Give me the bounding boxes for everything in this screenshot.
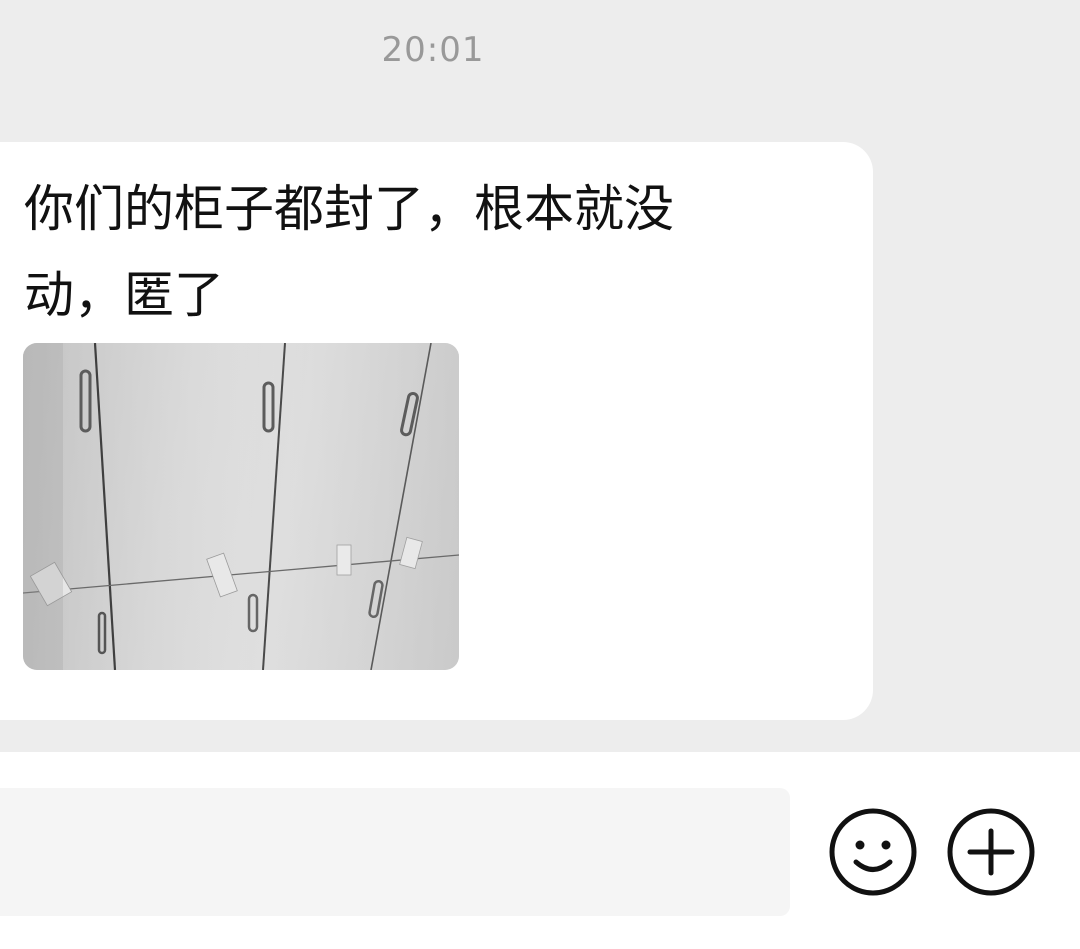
plus-circle-icon[interactable] (946, 807, 1036, 897)
message-timestamp: 20:01 (381, 30, 485, 70)
message-text: 你们的柜子都封了，根本就没动，匿了 (24, 180, 674, 324)
chat-area: 20:01 你们的柜子都封了，根本就没动，匿了 (0, 0, 1080, 752)
message-input[interactable] (0, 788, 790, 916)
photo-thumbnail-icon (23, 343, 459, 670)
message-photo[interactable] (23, 343, 459, 670)
smile-icon[interactable] (828, 807, 918, 897)
